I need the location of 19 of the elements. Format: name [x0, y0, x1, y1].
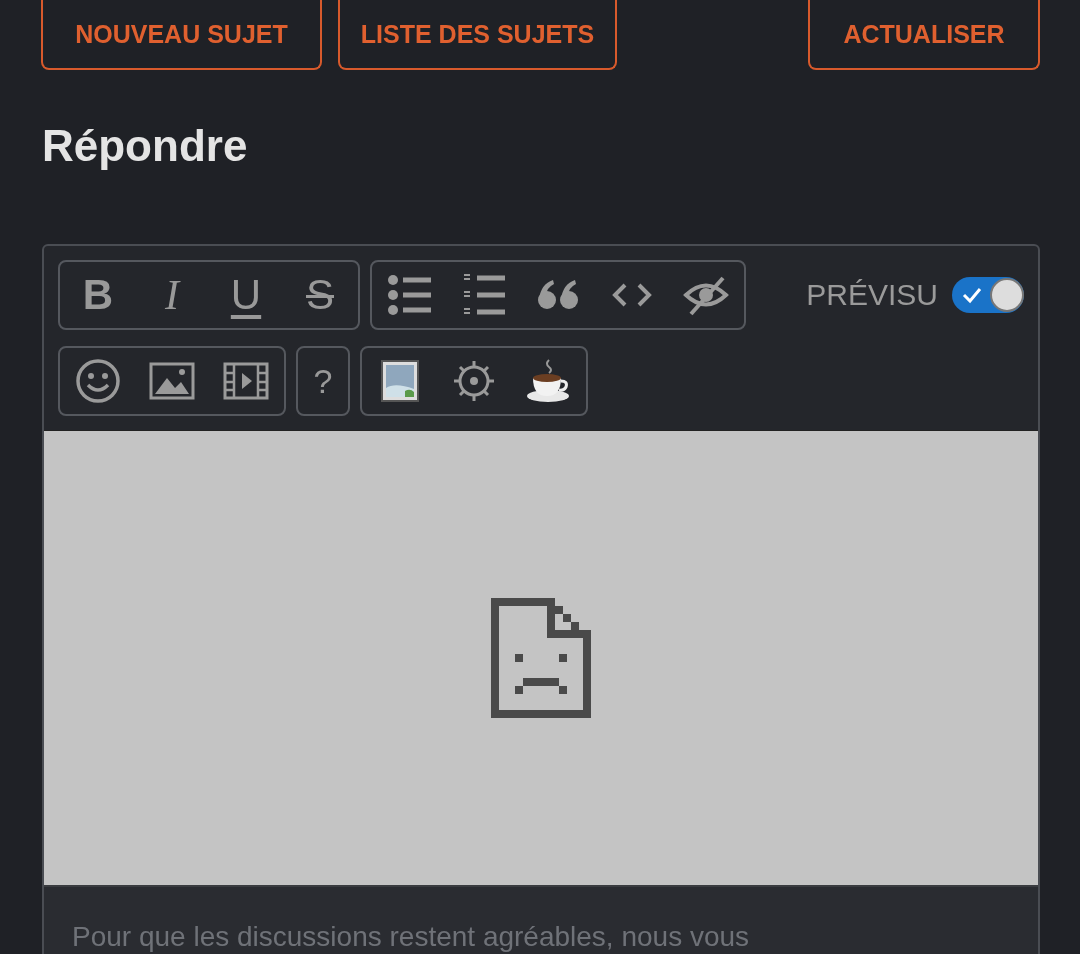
page-heading: Répondre [42, 120, 249, 172]
reply-field[interactable]: Pour que les discussions restent agréables, nous vous [44, 887, 1038, 954]
format-button[interactable]: B [70, 267, 126, 323]
preview-label: PRÉVISU [806, 278, 938, 312]
action-button[interactable]: ACTUALISER [808, 0, 1040, 70]
action-button[interactable]: NOUVEAU SUJET [41, 0, 322, 70]
target-icon [451, 358, 497, 404]
help-button[interactable]: ? [308, 353, 338, 409]
coffee-cup-icon [525, 358, 571, 404]
bullet-list-icon [387, 272, 433, 318]
check-icon [962, 286, 982, 304]
smiley-icon [75, 358, 121, 404]
broken-file-icon [491, 598, 591, 718]
preview-toggle[interactable] [952, 277, 1024, 313]
action-button[interactable]: LISTE DES SUJETS [338, 0, 617, 70]
format-button[interactable]: U [218, 267, 274, 323]
numbered-list-icon [461, 272, 507, 318]
format-button[interactable]: I [144, 267, 200, 323]
format-button[interactable]: S [292, 267, 348, 323]
